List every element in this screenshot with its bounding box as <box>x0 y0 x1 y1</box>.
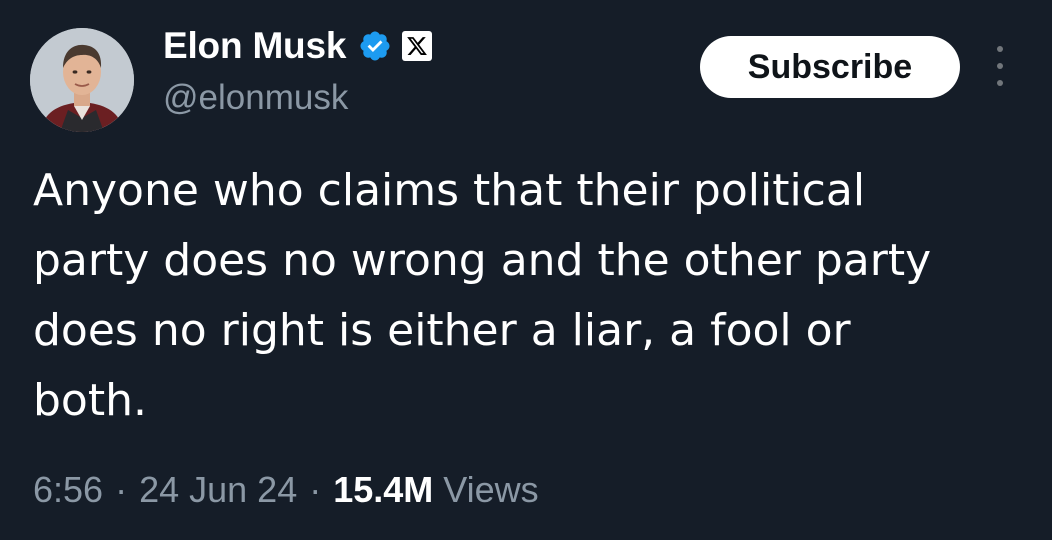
meta-separator: · <box>115 469 128 510</box>
tweet-text: Anyone who claims that their political p… <box>33 156 1033 436</box>
verified-badge-icon[interactable] <box>358 29 392 63</box>
x-logo-icon[interactable] <box>402 31 433 61</box>
author-name-row: Elon Musk <box>163 20 433 72</box>
tweet-text-line: party does no wrong and the other party <box>33 235 932 286</box>
more-dot <box>997 63 1003 69</box>
tweet-text-line: both. <box>33 375 147 426</box>
tweet-card: Elon Musk @elonmusk Subscribe Anyone who… <box>0 0 1052 540</box>
more-vertical-icon[interactable] <box>990 46 1010 86</box>
more-dot <box>997 46 1003 52</box>
tweet-time[interactable]: 6:56 <box>33 469 103 511</box>
author-handle[interactable]: @elonmusk <box>163 78 348 118</box>
views-count[interactable]: 15.4M <box>333 469 433 511</box>
tweet-text-line: does no right is either a liar, a fool o… <box>33 305 851 356</box>
more-dot <box>997 80 1003 86</box>
meta-separator: · <box>309 469 322 510</box>
subscribe-button[interactable]: Subscribe <box>700 36 960 98</box>
profile-photo <box>30 28 134 132</box>
tweet-date[interactable]: 24 Jun 24 <box>139 469 297 511</box>
tweet-text-line: Anyone who claims that their political <box>33 165 866 216</box>
views-label: Views <box>443 469 539 510</box>
avatar[interactable] <box>30 28 134 132</box>
tweet-meta: 6:56 · 24 Jun 24 · 15.4M Views <box>33 464 539 516</box>
author-display-name[interactable]: Elon Musk <box>163 25 346 67</box>
